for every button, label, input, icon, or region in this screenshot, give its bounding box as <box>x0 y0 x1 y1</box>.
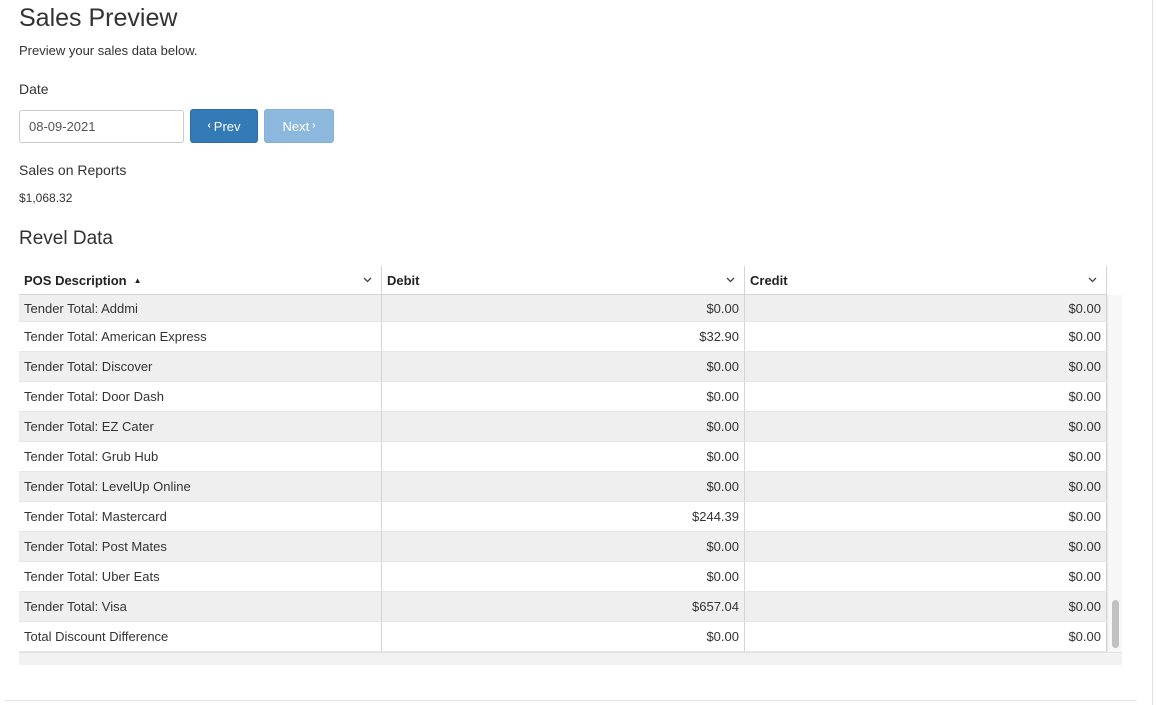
chevron-right-icon: › <box>312 120 316 131</box>
chevron-left-icon: ‹ <box>207 120 211 131</box>
chevron-down-icon[interactable] <box>726 275 735 284</box>
page-divider <box>5 700 1137 701</box>
grid-vertical-scrollbar[interactable] <box>1107 295 1122 652</box>
grid-footer <box>19 652 1122 665</box>
debit-cell: $0.00 <box>382 295 745 321</box>
debit-cell: $0.00 <box>382 532 745 561</box>
table-row[interactable]: Tender Total: Mastercard $244.39 $0.00 <box>19 502 1107 532</box>
credit-cell: $0.00 <box>745 502 1107 531</box>
date-label: Date <box>19 81 49 97</box>
pos-description-cell: Tender Total: Discover <box>19 352 382 381</box>
column-header-debit[interactable]: Debit <box>382 266 745 294</box>
pos-description-cell: Tender Total: LevelUp Online <box>19 472 382 501</box>
pos-description-cell: Tender Total: Visa <box>19 592 382 621</box>
debit-cell: $657.04 <box>382 592 745 621</box>
sales-on-reports-label: Sales on Reports <box>19 162 127 178</box>
pos-description-cell: Tender Total: Uber Eats <box>19 562 382 591</box>
debit-cell: $0.00 <box>382 352 745 381</box>
table-row[interactable]: Tender Total: Door Dash $0.00 $0.00 <box>19 382 1107 412</box>
debit-cell: $0.00 <box>382 442 745 471</box>
scrollbar-thumb[interactable] <box>1112 600 1119 648</box>
credit-cell: $0.00 <box>745 532 1107 561</box>
column-header-label: Credit <box>750 272 788 288</box>
column-header-credit[interactable]: Credit <box>745 266 1107 294</box>
revel-data-grid: POS Description ▲ Debit Credit Tender To… <box>19 266 1122 665</box>
page-title: Sales Preview <box>19 4 178 32</box>
column-header-label: POS Description <box>24 272 127 288</box>
debit-cell: $0.00 <box>382 562 745 591</box>
table-row[interactable]: Tender Total: Discover $0.00 $0.00 <box>19 352 1107 382</box>
debit-cell: $0.00 <box>382 412 745 441</box>
next-button[interactable]: Next › <box>264 109 334 143</box>
prev-button[interactable]: ‹ Prev <box>190 109 258 143</box>
revel-data-title: Revel Data <box>19 228 113 249</box>
credit-cell: $0.00 <box>745 412 1107 441</box>
column-header-label: Debit <box>387 272 420 288</box>
table-row[interactable]: Tender Total: Grub Hub $0.00 $0.00 <box>19 442 1107 472</box>
debit-cell: $0.00 <box>382 622 745 651</box>
debit-cell: $244.39 <box>382 502 745 531</box>
prev-button-label: Prev <box>213 118 241 134</box>
credit-cell: $0.00 <box>745 295 1107 321</box>
chevron-down-icon[interactable] <box>363 275 372 284</box>
credit-cell: $0.00 <box>745 562 1107 591</box>
table-row[interactable]: Tender Total: Visa $657.04 $0.00 <box>19 592 1107 622</box>
pos-description-cell: Tender Total: Post Mates <box>19 532 382 561</box>
table-row[interactable]: Tender Total: LevelUp Online $0.00 $0.00 <box>19 472 1107 502</box>
table-row[interactable]: Tender Total: American Express $32.90 $0… <box>19 322 1107 352</box>
credit-cell: $0.00 <box>745 472 1107 501</box>
table-row[interactable]: Tender Total: Addmi $0.00 $0.00 <box>19 295 1107 322</box>
credit-cell: $0.00 <box>745 622 1107 651</box>
debit-cell: $32.90 <box>382 322 745 351</box>
credit-cell: $0.00 <box>745 352 1107 381</box>
pos-description-cell: Total Discount Difference <box>19 622 382 651</box>
table-row[interactable]: Tender Total: EZ Cater $0.00 $0.00 <box>19 412 1107 442</box>
pos-description-cell: Tender Total: EZ Cater <box>19 412 382 441</box>
pos-description-cell: Tender Total: Grub Hub <box>19 442 382 471</box>
page-subtitle: Preview your sales data below. <box>19 43 198 58</box>
debit-cell: $0.00 <box>382 382 745 411</box>
credit-cell: $0.00 <box>745 322 1107 351</box>
pos-description-cell: Tender Total: American Express <box>19 322 382 351</box>
debit-cell: $0.00 <box>382 472 745 501</box>
table-row[interactable]: Tender Total: Uber Eats $0.00 $0.00 <box>19 562 1107 592</box>
pos-description-cell: Tender Total: Mastercard <box>19 502 382 531</box>
credit-cell: $0.00 <box>745 382 1107 411</box>
grid-header: POS Description ▲ Debit Credit <box>19 266 1107 295</box>
pos-description-cell: Tender Total: Addmi <box>19 295 382 321</box>
table-row[interactable]: Tender Total: Post Mates $0.00 $0.00 <box>19 532 1107 562</box>
credit-cell: $0.00 <box>745 592 1107 621</box>
grid-body[interactable]: Tender Total: Addmi $0.00 $0.00 Tender T… <box>19 295 1107 652</box>
credit-cell: $0.00 <box>745 442 1107 471</box>
date-input[interactable] <box>19 110 184 143</box>
table-row[interactable]: Total Discount Difference $0.00 $0.00 <box>19 622 1107 652</box>
sort-ascending-icon[interactable]: ▲ <box>134 276 142 285</box>
pos-description-cell: Tender Total: Door Dash <box>19 382 382 411</box>
page-right-border <box>1152 0 1153 705</box>
chevron-down-icon[interactable] <box>1088 275 1097 284</box>
column-header-pos-description[interactable]: POS Description ▲ <box>19 266 382 294</box>
sales-on-reports-value: $1,068.32 <box>19 191 73 205</box>
next-button-label: Next <box>282 118 310 134</box>
